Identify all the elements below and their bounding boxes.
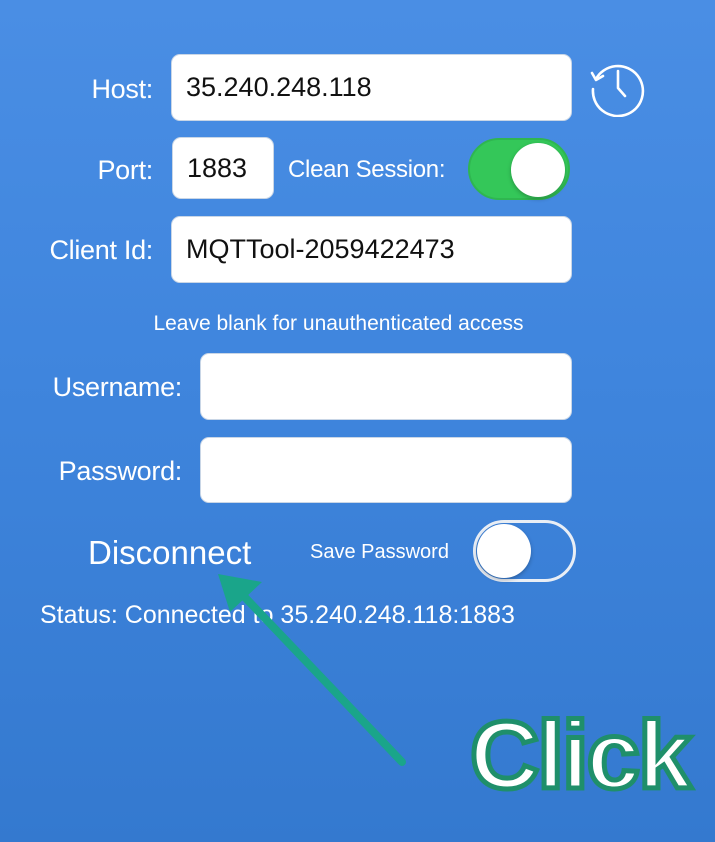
annotation-click-text: Click (467, 702, 693, 809)
